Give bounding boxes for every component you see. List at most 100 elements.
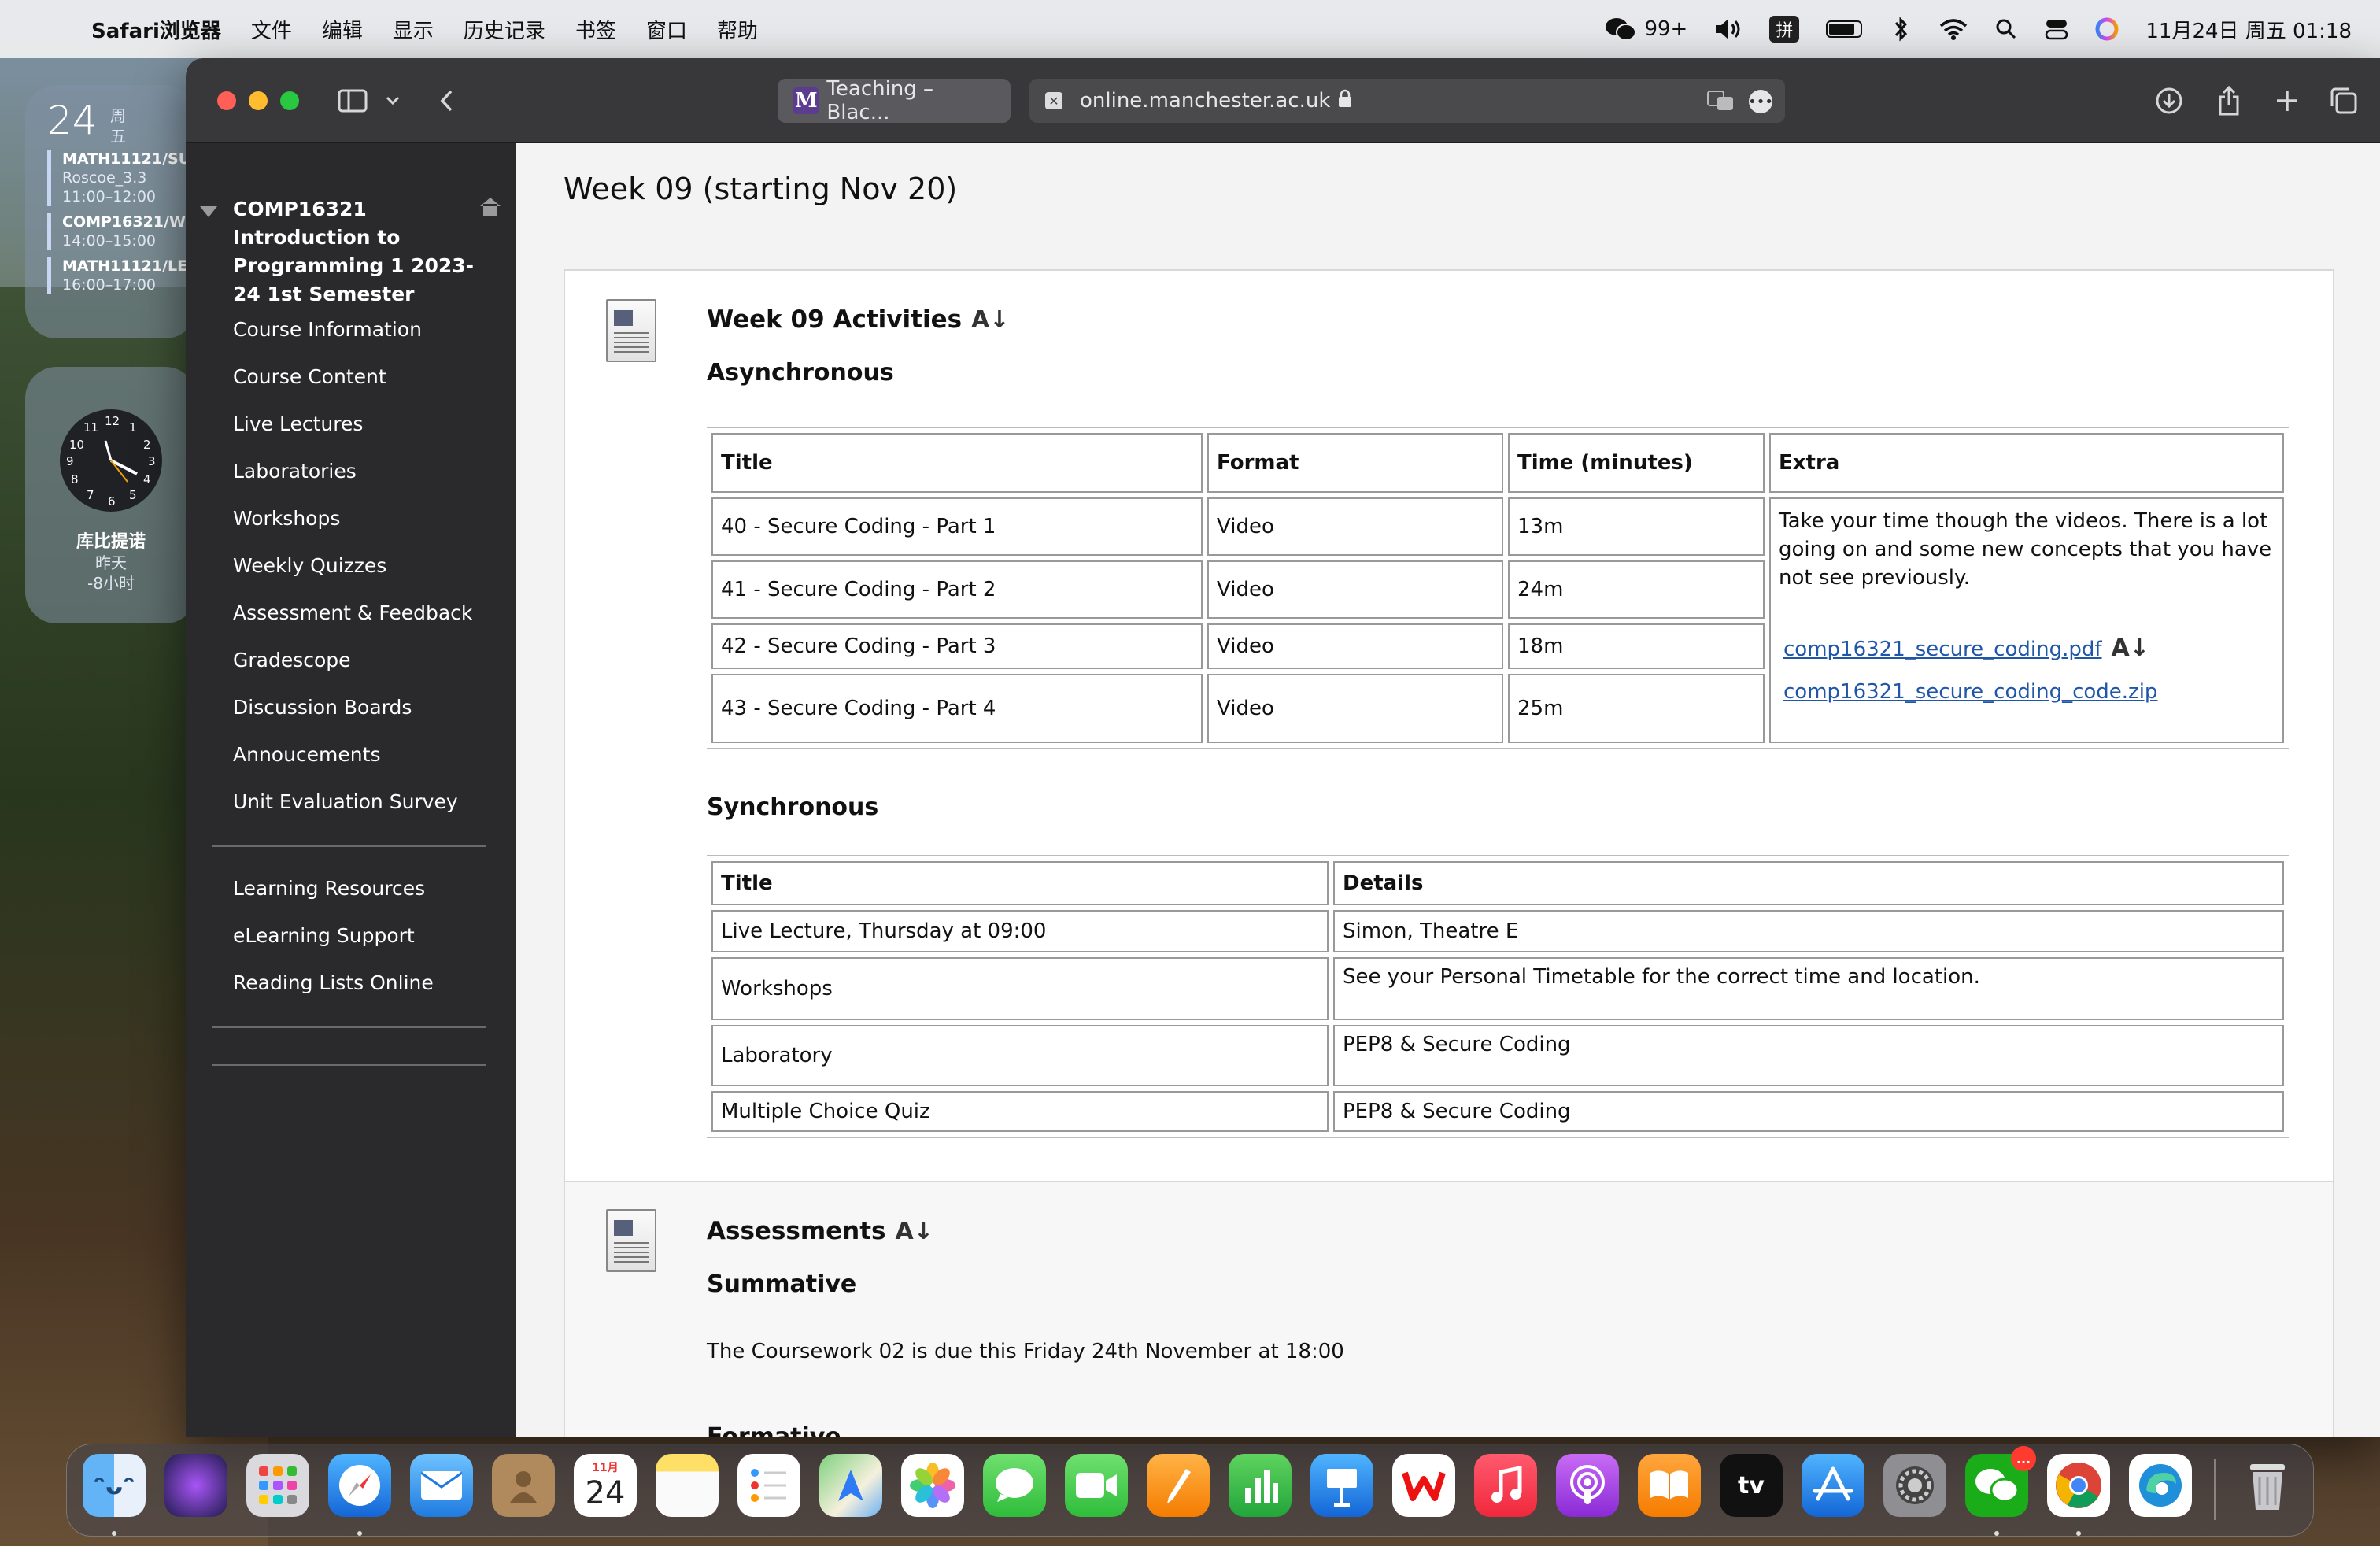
menu-bookmarks[interactable]: 书签: [575, 15, 616, 44]
nav-elearning-support[interactable]: eLearning Support: [233, 924, 415, 947]
calendar-event[interactable]: COMP16321/W 14:00–15:00: [47, 213, 197, 250]
bluetooth-icon[interactable]: [1889, 13, 1913, 45]
books-icon[interactable]: [1638, 1454, 1701, 1517]
menubar-datetime[interactable]: 11月24日 周五 01:18: [2145, 15, 2352, 44]
nav-course-content[interactable]: Course Content: [233, 365, 386, 388]
nav-workshops[interactable]: Workshops: [233, 507, 340, 530]
course-title[interactable]: COMP16321 Introduction to Programming 1 …: [233, 195, 493, 309]
nav-gradescope[interactable]: Gradescope: [233, 649, 351, 671]
alternative-formats-icon[interactable]: A↓: [2112, 634, 2149, 663]
facetime-icon[interactable]: [1065, 1454, 1128, 1517]
keynote-icon[interactable]: [1310, 1454, 1373, 1517]
finder-icon[interactable]: ᵔᴗᵔ: [83, 1454, 146, 1517]
alternative-formats-icon[interactable]: A↓: [896, 1218, 933, 1245]
wechat-icon[interactable]: ...: [1965, 1446, 2036, 1517]
nav-reading-lists-online[interactable]: Reading Lists Online: [233, 971, 434, 994]
dock-calendar-month: 11月: [592, 1462, 619, 1474]
address-text: online.manchester.ac.uk: [1080, 89, 1331, 113]
sidebar-toggle-icon[interactable]: [335, 83, 370, 118]
home-icon[interactable]: [479, 195, 502, 223]
nav-course-information[interactable]: Course Information: [233, 318, 422, 341]
wifi-icon[interactable]: [1939, 13, 1968, 45]
close-window-button[interactable]: [217, 91, 236, 110]
calendar-app-icon[interactable]: 11月 24: [574, 1454, 637, 1517]
item-title[interactable]: Assessments A↓: [707, 1217, 933, 1245]
trash-icon[interactable]: [2236, 1454, 2299, 1517]
nav-discussion-boards[interactable]: Discussion Boards: [233, 696, 412, 719]
nav-live-lectures[interactable]: Live Lectures: [233, 412, 363, 435]
menu-window[interactable]: 窗口: [646, 15, 687, 44]
world-clock-widget[interactable]: 12 1 2 3 4 5 6 7 8 9 10 11 库比提诺 昨天 -8小时: [25, 367, 197, 623]
photos-icon[interactable]: [901, 1454, 964, 1517]
app-store-icon[interactable]: [1802, 1454, 1864, 1517]
wechat-count: 99+: [1644, 17, 1688, 41]
messages-icon[interactable]: [983, 1454, 1046, 1517]
input-method-indicator[interactable]: 拼: [1769, 16, 1800, 43]
item-title[interactable]: Week 09 Activities A↓: [707, 305, 1009, 334]
calendar-event[interactable]: MATH11121/SU Roscoe_3.3 11:00–12:00: [47, 150, 197, 206]
clock-face: 12 1 2 3 4 5 6 7 8 9 10 11: [60, 409, 162, 512]
mail-icon[interactable]: [410, 1454, 473, 1517]
system-settings-icon[interactable]: [1883, 1454, 1946, 1517]
table-header: Title: [711, 861, 1329, 905]
reminders-icon[interactable]: [737, 1454, 800, 1517]
menu-help[interactable]: 帮助: [717, 15, 758, 44]
podcasts-icon[interactable]: [1556, 1454, 1619, 1517]
zip-link[interactable]: comp16321_secure_coding_code.zip: [1783, 678, 2275, 706]
music-icon[interactable]: [1474, 1454, 1537, 1517]
launchpad-icon[interactable]: [246, 1454, 309, 1517]
apple-tv-icon[interactable]: tv: [1720, 1454, 1783, 1517]
calendar-event[interactable]: MATH11121/LE 16:00–17:00: [47, 257, 197, 294]
tab-overview-icon[interactable]: [2326, 83, 2361, 118]
nav-assessment-feedback[interactable]: Assessment & Feedback: [233, 601, 472, 624]
summative-text: The Coursework 02 is due this Friday 24t…: [707, 1340, 1344, 1363]
address-bar[interactable]: ✕ online.manchester.ac.uk •••: [1029, 79, 1785, 123]
close-tab-icon[interactable]: ✕: [1045, 92, 1062, 109]
volume-icon[interactable]: [1714, 13, 1743, 45]
notes-icon[interactable]: [656, 1454, 719, 1517]
new-tab-icon[interactable]: [2270, 83, 2304, 118]
nav-announcements[interactable]: Annoucements: [233, 743, 380, 766]
translate-icon[interactable]: [1706, 90, 1735, 117]
pdf-link[interactable]: comp16321_secure_coding.pdf A↓: [1783, 634, 2275, 664]
chrome-icon[interactable]: [2047, 1454, 2110, 1517]
menu-divider: [213, 845, 486, 847]
downloads-icon[interactable]: [2152, 83, 2186, 118]
collapse-triangle-icon[interactable]: [200, 206, 217, 217]
more-options-icon[interactable]: •••: [1748, 90, 1773, 113]
menu-file[interactable]: 文件: [251, 15, 292, 44]
edge-icon[interactable]: [2129, 1454, 2192, 1517]
spotlight-search-icon[interactable]: [1994, 13, 2018, 45]
safari-icon[interactable]: [328, 1454, 391, 1517]
zoom-window-button[interactable]: [280, 91, 299, 110]
clock-city: 库比提诺: [76, 532, 146, 552]
table-row: 40 - Secure Coding - Part 1 Video 13m Ta…: [711, 497, 2284, 743]
maps-icon[interactable]: [819, 1454, 882, 1517]
menu-view[interactable]: 显示: [393, 15, 434, 44]
control-center-icon[interactable]: [2045, 13, 2068, 45]
tab-teaching[interactable]: M Teaching – Blac...: [778, 77, 1011, 124]
siri-icon[interactable]: [2095, 13, 2119, 45]
menu-edit[interactable]: 编辑: [322, 15, 363, 44]
chevron-down-icon[interactable]: [381, 83, 405, 118]
share-icon[interactable]: [2212, 83, 2246, 118]
sync-table: Title Details Live Lecture, Thursday at …: [707, 855, 2289, 1138]
menu-history[interactable]: 历史记录: [464, 15, 545, 44]
nav-unit-evaluation-survey[interactable]: Unit Evaluation Survey: [233, 790, 458, 813]
nav-weekly-quizzes[interactable]: Weekly Quizzes: [233, 554, 386, 577]
siri-app-icon[interactable]: [164, 1454, 227, 1517]
nav-laboratories[interactable]: Laboratories: [233, 460, 357, 483]
contacts-icon[interactable]: [492, 1454, 555, 1517]
menu-app-name[interactable]: Safari浏览器: [91, 15, 221, 44]
tab-title: Teaching – Blac...: [826, 77, 934, 124]
battery-icon[interactable]: [1826, 13, 1863, 45]
wps-office-icon[interactable]: [1392, 1454, 1455, 1517]
minimize-window-button[interactable]: [249, 91, 268, 110]
pages-icon[interactable]: [1147, 1454, 1210, 1517]
nav-learning-resources[interactable]: Learning Resources: [233, 877, 425, 900]
back-button[interactable]: [434, 83, 458, 118]
wechat-status-icon[interactable]: 99+: [1605, 13, 1687, 45]
numbers-icon[interactable]: [1229, 1454, 1292, 1517]
alternative-formats-icon[interactable]: A↓: [971, 306, 1009, 334]
calendar-widget[interactable]: 24 周五 MATH11121/SU Roscoe_3.3 11:00–12:0…: [25, 85, 197, 338]
